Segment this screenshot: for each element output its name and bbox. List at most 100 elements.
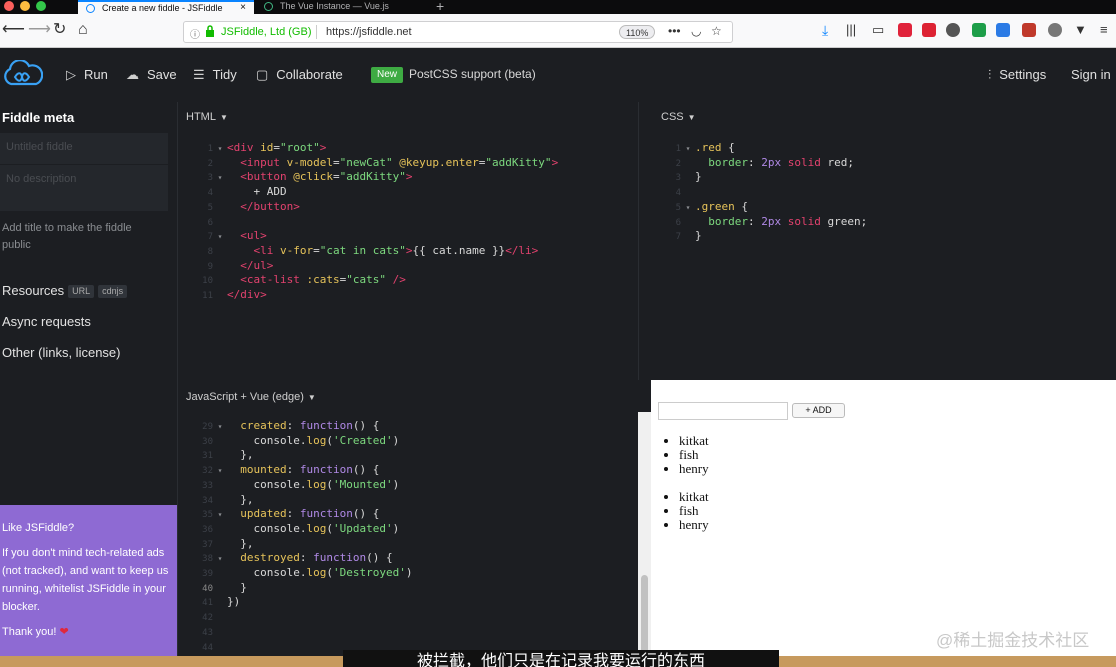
library-icon[interactable]: ||| <box>846 20 856 40</box>
caret-down-icon: ▼ <box>687 113 696 122</box>
jsfiddle-logo-icon[interactable] <box>1 60 43 88</box>
pocket-icon[interactable]: ◡ <box>691 24 701 38</box>
url-text[interactable]: https://jsfiddle.net <box>326 26 412 38</box>
reload-icon[interactable]: ↻ <box>53 20 66 40</box>
html-editor[interactable]: 1 ▾ <div id="root"> 2 <input v-model="newC… <box>180 140 635 305</box>
list-item: henry <box>679 462 709 476</box>
sidebar-title: Fiddle meta <box>2 110 75 125</box>
page-actions-icon[interactable]: ••• <box>668 24 681 38</box>
caret-down-icon: ▼ <box>219 113 228 122</box>
zoom-level[interactable]: 110% <box>619 25 656 39</box>
code-line: 40 } <box>202 580 247 594</box>
js-label-text: JavaScript + Vue (edge) <box>186 391 304 403</box>
extension-square-icon[interactable] <box>1022 23 1036 37</box>
shield-icon[interactable] <box>972 23 986 37</box>
bookmark-star-icon[interactable]: ☆ <box>711 24 722 38</box>
promo-thanks-text: Thank you! <box>2 626 57 638</box>
code-line: 31 }, <box>202 448 254 462</box>
js-editor[interactable]: 29 ▾ created: function() { 30 console.log… <box>180 418 635 656</box>
js-panel-label[interactable]: JavaScript + Vue (edge) ▼ <box>186 391 316 403</box>
code-line: 5 ▾ .green { <box>675 199 748 213</box>
code-line: 6 <box>207 217 213 228</box>
panel-divider[interactable] <box>177 102 178 657</box>
code-line: 35 ▾ updated: function() { <box>202 507 380 521</box>
vue-favicon-icon <box>264 2 273 11</box>
code-line: 11 </div> <box>202 288 267 301</box>
new-cat-input[interactable] <box>658 402 788 420</box>
promo-box: Like JSFiddle? If you don't mind tech-re… <box>0 505 177 667</box>
play-icon: ▷ <box>66 67 76 82</box>
cat-list-2: kitkat fish henry <box>679 490 709 532</box>
code-line: 41}) <box>202 595 241 609</box>
html-panel-label[interactable]: HTML ▼ <box>186 111 228 123</box>
list-item: fish <box>679 448 709 462</box>
scrollbar-thumb[interactable] <box>641 575 648 655</box>
window-close-button[interactable] <box>4 1 14 11</box>
save-button[interactable]: ☁ Save <box>126 67 177 83</box>
vue-devtools-icon[interactable]: ▼ <box>1074 20 1087 40</box>
code-line: 44 <box>202 642 213 653</box>
tab-title: The Vue Instance — Vue.js <box>280 1 389 11</box>
add-button[interactable]: + ADD <box>792 403 845 418</box>
code-line: 30 console.log('Created') <box>202 433 400 447</box>
css-editor[interactable]: 1 ▾ .red { 2 border: 2px solid red; 3} 4 5… <box>655 140 1110 250</box>
home-icon[interactable]: ⌂ <box>78 20 88 40</box>
code-line: 42 <box>202 613 213 624</box>
heart-icon: ❤ <box>59 626 69 638</box>
code-line: 4 <box>675 188 681 199</box>
resources-label: Resources <box>2 283 65 298</box>
announcement-link[interactable]: PostCSS support (beta) <box>409 67 536 81</box>
extension-b-icon[interactable] <box>946 23 960 37</box>
video-subtitle: 被拦截，他们只是在记录我要运行的东西 <box>343 650 779 667</box>
chat-bubble-icon: ▢ <box>256 67 269 82</box>
list-item: fish <box>679 504 709 518</box>
align-icon: ☰ <box>193 67 205 82</box>
tidy-button[interactable]: ☰ Tidy <box>193 67 237 83</box>
promo-title: Like JSFiddle? <box>2 522 75 534</box>
code-line: 7} <box>675 229 702 243</box>
code-line: 2 <input v-model="newCat" @keyup.enter="… <box>207 155 559 169</box>
url-tag[interactable]: URL <box>68 285 95 299</box>
url-separator <box>316 25 317 39</box>
code-line: 10 <cat-list :cats="cats" /> <box>202 273 406 287</box>
run-button[interactable]: ▷ Run <box>66 67 108 83</box>
extension-gray-icon[interactable] <box>1048 23 1062 37</box>
fiddle-description-input[interactable]: No description <box>0 165 168 211</box>
html-label-text: HTML <box>186 111 216 123</box>
back-icon[interactable]: ⟵ <box>2 20 25 40</box>
settings-button[interactable]: ⫶ Settings <box>988 67 1046 83</box>
new-tab-icon[interactable]: + <box>436 0 444 14</box>
download-icon[interactable]: ⤓ <box>822 20 828 40</box>
code-line: 6 border: 2px solid green; <box>675 214 868 228</box>
sign-in-link[interactable]: Sign in <box>1071 67 1111 82</box>
browser-nav-bar: ⟵ ⟶ ↻ ⌂ ⓘ JSFiddle, Ltd (GB) https://jsf… <box>0 14 1116 48</box>
css-panel-label[interactable]: CSS ▼ <box>661 111 696 123</box>
sidebar-icon[interactable]: ▭ <box>872 20 884 40</box>
ublock-icon[interactable] <box>898 23 912 37</box>
code-line: 4 + ADD <box>207 185 287 199</box>
forward-icon[interactable]: ⟶ <box>28 20 51 40</box>
collaborate-button[interactable]: ▢ Collaborate <box>256 67 343 83</box>
code-line: 1 ▾ <div id="root"> <box>207 141 327 154</box>
tab-vue[interactable]: The Vue Instance — Vue.js <box>256 0 428 14</box>
menu-icon[interactable]: ≡ <box>1100 20 1108 40</box>
info-icon[interactable]: ⓘ <box>190 26 200 41</box>
fiddle-title-input[interactable]: Untitled fiddle <box>0 133 168 164</box>
sidebar-item-async-requests[interactable]: Async requests <box>2 314 91 329</box>
cdnjs-tag[interactable]: cdnjs <box>98 285 128 299</box>
list-item: kitkat <box>679 490 709 504</box>
window-maximize-button[interactable] <box>36 1 46 11</box>
tab-jsfiddle[interactable]: Create a new fiddle - JSFiddle × <box>78 0 254 14</box>
extension-red-icon[interactable] <box>922 23 936 37</box>
extension-blue-icon[interactable] <box>996 23 1010 37</box>
code-line: 8 <li v-for="cat in cats">{{ cat.name }}… <box>207 243 539 257</box>
sidebar-item-other[interactable]: Other (links, license) <box>2 345 120 360</box>
close-tab-icon[interactable]: × <box>240 2 246 14</box>
cat-list-1: kitkat fish henry <box>679 434 709 476</box>
url-bar[interactable]: ⓘ JSFiddle, Ltd (GB) https://jsfiddle.ne… <box>183 21 733 43</box>
window-minimize-button[interactable] <box>20 1 30 11</box>
panel-divider[interactable] <box>638 102 639 380</box>
jsfiddle-favicon-icon <box>86 4 95 13</box>
code-line: 2 border: 2px solid red; <box>675 155 854 169</box>
sidebar-item-resources[interactable]: Resources URL cdnjs <box>2 283 128 299</box>
